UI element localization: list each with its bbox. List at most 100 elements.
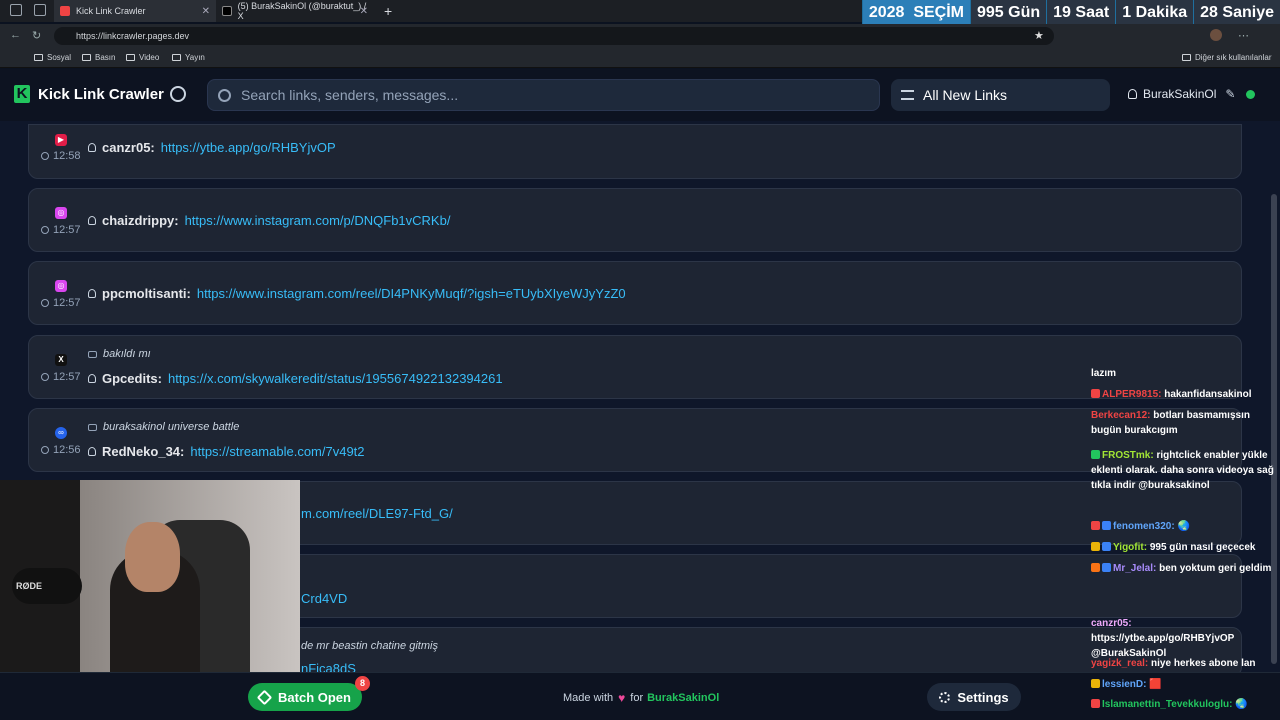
badge-icon (1091, 389, 1100, 398)
link-url[interactable]: https://www.instagram.com/reel/DI4PNKyMu… (197, 286, 626, 301)
tab-kick-link-crawler[interactable]: Kick Link Crawler ✕ (54, 0, 216, 22)
countdown-minutes: 1 Dakika (1116, 0, 1194, 24)
bookmark-folder-basin[interactable]: Basın (82, 53, 115, 62)
countdown-seconds: 28 Saniye (1194, 0, 1280, 24)
connection-status-dot (1246, 89, 1256, 99)
gear-icon (939, 691, 951, 703)
app-header: K Kick Link Crawler All New Links BurakS… (0, 69, 1280, 121)
search-bar (207, 79, 880, 111)
link-timestamp: 12:57 (41, 224, 81, 236)
badge-icon (1091, 563, 1100, 572)
link-card[interactable]: ∞ buraksakinol universe battle 12:56 Red… (28, 408, 1242, 472)
chat-message: Berkecan12: botları basmamışsın bugün bu… (1091, 410, 1250, 436)
favorite-star-icon[interactable]: ★ (1034, 29, 1044, 42)
microphone: RØDE (12, 568, 82, 604)
refresh-icon[interactable]: ↻ (32, 29, 41, 42)
link-timestamp: 12:57 (41, 297, 81, 309)
bookmark-folder-video[interactable]: Video (126, 53, 159, 62)
folder-icon (34, 54, 43, 61)
link-line: m.com/reel/DLE97-Ftd_G/ (301, 506, 453, 521)
bookmark-folder-sosyal[interactable]: Sosyal (34, 53, 71, 62)
badge-icon (1091, 450, 1100, 459)
chat-message: ALPER9815: hakanfidansakinol (1091, 387, 1277, 402)
batch-count-badge: 8 (355, 676, 370, 691)
other-bookmarks[interactable]: Diğer sık kullanılanlar (1182, 53, 1271, 62)
close-tab-icon[interactable]: ✕ (202, 6, 210, 17)
address-bar-row: ← ↻ https://linkcrawler.pages.dev ★ ⋯ (0, 24, 1280, 48)
kick-favicon-icon (60, 6, 70, 16)
search-icon (218, 88, 231, 102)
instagram-icon: ◎ (55, 280, 67, 292)
layers-icon (256, 689, 273, 705)
edit-username-icon[interactable]: ✎ (1225, 87, 1235, 101)
link-card[interactable]: ▶ 12:58 canzr05: https://ytbe.app/go/RHBY… (28, 124, 1242, 179)
github-icon[interactable] (170, 86, 186, 102)
link-line: ppcmoltisanti: https://www.instagram.com/… (88, 286, 626, 301)
badge-icon (1091, 521, 1100, 530)
app-logo[interactable]: K Kick Link Crawler (14, 85, 164, 103)
user-icon (1128, 89, 1137, 99)
clock-icon (41, 152, 49, 160)
link-timestamp: 12:57 (41, 371, 81, 383)
user-icon (88, 447, 96, 456)
countdown-days: 995 Gün (971, 0, 1047, 24)
folder-icon (126, 54, 135, 61)
author-link[interactable]: BurakSakinOl (647, 692, 719, 704)
badge-icon (1102, 521, 1111, 530)
workspaces-icon[interactable] (10, 4, 22, 16)
tab-actions-icon[interactable] (34, 4, 46, 16)
tab-label: Kick Link Crawler (76, 6, 146, 16)
link-line: Crd4VD (301, 591, 347, 606)
clock-icon (41, 299, 49, 307)
url-field[interactable]: https://linkcrawler.pages.dev (54, 27, 1054, 45)
folder-icon (1182, 54, 1191, 61)
settings-button[interactable]: Settings (927, 683, 1021, 711)
user-icon (88, 289, 96, 298)
link-card[interactable]: X bakıldı mı 12:57 Gpcedits: https://x.co… (28, 335, 1242, 399)
badge-icon (1102, 542, 1111, 551)
x-favicon-icon (222, 6, 232, 16)
chat-message: FROSTmk: rightclick enabler yükle eklent… (1091, 450, 1274, 491)
search-input[interactable] (241, 87, 841, 103)
chat-message: Yigofit: 995 gün nasıl geçecek (1091, 540, 1277, 555)
streamer-face (125, 522, 180, 592)
link-line: RedNeko_34: https://streamable.com/7v49t2 (88, 444, 365, 459)
back-icon[interactable]: ← (10, 29, 21, 41)
youtube-icon: ▶ (55, 134, 67, 146)
link-url[interactable]: https://ytbe.app/go/RHBYjvOP (161, 140, 336, 155)
chat-message: yagizk_real: niye herkes abone lan (1091, 658, 1256, 669)
chat-message: lazım (1091, 368, 1117, 379)
message-icon (88, 423, 97, 431)
link-filter-select[interactable]: All New Links (891, 79, 1110, 111)
link-message: de mr beastin chatine gitmiş (301, 640, 438, 652)
badge-icon (1091, 542, 1100, 551)
link-url[interactable]: Crd4VD (301, 591, 347, 606)
link-url[interactable]: https://streamable.com/7v49t2 (190, 444, 364, 459)
chat-message: Mr_Jelal: ben yoktum geri geldim (1091, 561, 1277, 576)
tab-x-profile[interactable]: (5) BurakSakinOl (@buraktut_) / X ✕ (216, 0, 374, 22)
app-title: Kick Link Crawler (38, 85, 164, 103)
link-url[interactable]: m.com/reel/DLE97-Ftd_G/ (301, 506, 453, 521)
countdown-year: 2028 SEÇİM (862, 0, 970, 24)
link-url[interactable]: https://x.com/skywalkeredit/status/19556… (168, 371, 503, 386)
chat-message: Islamanettin_Tevekkuloglu: 🌏 (1091, 697, 1277, 712)
username: BurakSakinOl (1143, 87, 1217, 101)
bookmark-folder-yayin[interactable]: Yayın (172, 53, 205, 62)
batch-open-button[interactable]: Batch Open 8 (248, 676, 370, 711)
link-url[interactable]: https://www.instagram.com/p/DNQFb1vCRKb/ (185, 213, 451, 228)
link-card[interactable]: ◎ 12:57 ppcmoltisanti: https://www.instag… (28, 261, 1242, 325)
countdown-hours: 19 Saat (1047, 0, 1116, 24)
webcam-overlay: RØDE (0, 480, 300, 672)
new-tab-button[interactable]: + (378, 0, 398, 22)
user-icon (88, 143, 96, 152)
link-card[interactable]: ◎ 12:57 chaizdrippy: https://www.instagra… (28, 188, 1242, 252)
kick-logo-icon: K (14, 85, 30, 103)
clock-icon (41, 373, 49, 381)
profile-avatar-icon[interactable] (1210, 29, 1222, 41)
more-menu-icon[interactable]: ⋯ (1238, 29, 1249, 42)
badge-icon (1091, 679, 1100, 688)
clock-icon (41, 226, 49, 234)
link-line: canzr05: https://ytbe.app/go/RHBYjvOP (88, 140, 336, 155)
app-footer: Batch Open 8 Made with ♥ for BurakSakinO… (0, 672, 1280, 720)
close-tab-icon[interactable]: ✕ (360, 6, 368, 17)
